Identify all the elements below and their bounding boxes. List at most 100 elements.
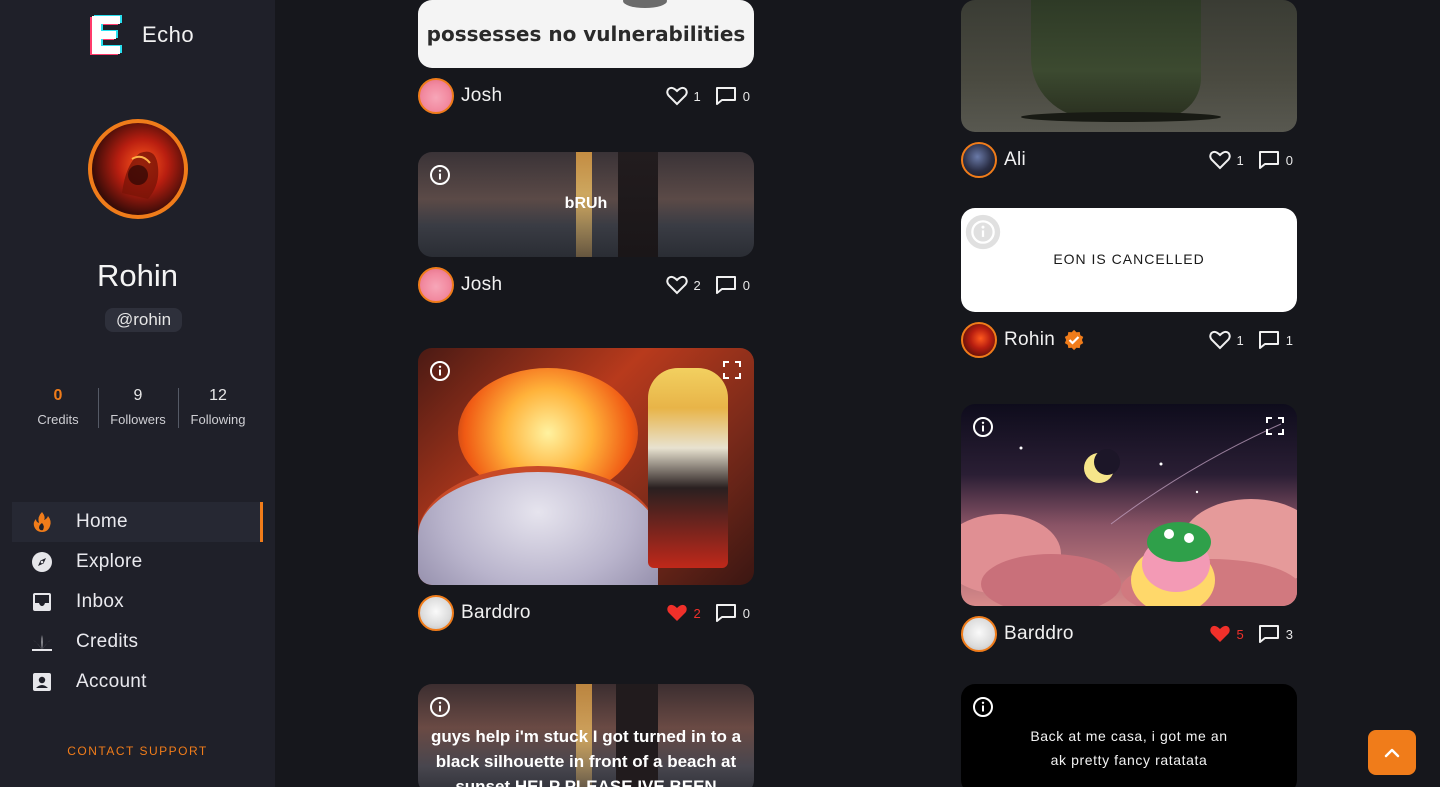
like-button[interactable]: 2 [665,275,701,295]
expand-icon[interactable] [1266,417,1284,435]
like-button[interactable]: 1 [665,86,701,106]
info-icon[interactable] [429,360,451,382]
plant-icon [30,630,54,654]
post-actions: 2 0 [665,275,754,295]
post-card[interactable] [418,348,754,585]
comment-icon [1258,625,1279,643]
post-actions: 1 0 [665,86,754,106]
nav-label-account: Account [76,671,147,692]
stat-following-value: 12 [209,387,227,404]
avatar[interactable] [961,616,997,652]
account-icon [30,670,54,694]
inbox-icon [30,590,54,614]
post-card[interactable]: EON IS CANCELLED [961,208,1297,312]
post-author[interactable]: Josh [461,85,502,107]
heart-icon [665,275,688,295]
profile-stats: 0 Credits 9 Followers 12 Following [18,386,258,428]
nav-item-home[interactable]: Home [12,502,263,542]
comment-button[interactable]: 0 [1258,150,1293,170]
like-button[interactable]: 1 [1208,330,1244,350]
contact-support-link[interactable]: CONTACT SUPPORT [0,744,275,758]
heart-icon [1208,150,1231,170]
stat-followers[interactable]: 9 Followers [98,386,178,428]
post-card[interactable] [961,0,1297,132]
info-icon[interactable] [972,416,994,438]
post-actions: 1 1 [1208,330,1297,350]
post-author[interactable]: Ali [1004,149,1026,171]
post-card[interactable] [961,404,1297,606]
post-author[interactable]: Rohin [1004,329,1055,351]
stat-followers-value: 9 [133,387,143,404]
comment-count: 3 [1285,626,1293,642]
brand[interactable]: Echo [88,14,194,56]
stat-following-label: Following [190,412,246,427]
post-caption: EON IS CANCELLED [1053,251,1205,267]
nav-item-credits[interactable]: Credits [12,622,263,662]
stat-following[interactable]: 12 Following [178,386,258,428]
heart-filled-icon [666,604,687,621]
nav-item-account[interactable]: Account [12,662,263,702]
stat-credits-label: Credits [37,412,79,427]
post-author[interactable]: Josh [461,274,502,296]
expand-icon[interactable] [723,361,741,379]
comment-count: 0 [742,277,750,293]
post-author[interactable]: Barddro [461,602,531,624]
avatar[interactable] [961,142,997,178]
post-caption: Back at me casa, i got me an ak pretty f… [1030,728,1228,768]
like-count: 2 [693,277,701,293]
profile-avatar[interactable] [88,119,188,219]
post-meta: Barddro 5 3 [961,616,1297,652]
info-icon[interactable] [429,696,451,718]
info-icon[interactable] [972,696,994,718]
echo-logo-icon [88,14,122,56]
post-caption: guys help i'm stuck I got turned in to a… [430,727,742,787]
stat-credits[interactable]: 0 Credits [18,386,98,428]
comment-button[interactable]: 0 [715,275,750,295]
post-actions: 5 3 [1209,624,1297,644]
nav-label-credits: Credits [76,631,139,652]
post-actions: 2 0 [666,603,754,623]
comment-icon [1258,331,1279,349]
app-name: Echo [142,22,195,47]
post-author[interactable]: Barddro [1004,623,1074,645]
like-button[interactable]: 1 [1208,150,1244,170]
comment-button[interactable]: 1 [1258,330,1293,350]
post-card[interactable]: guys help i'm stuck I got turned in to a… [418,684,754,787]
comment-button[interactable]: 0 [715,603,750,623]
post-caption: bRUh [564,195,608,212]
comment-icon [1258,151,1279,169]
like-count: 5 [1236,626,1244,642]
character-figure [1031,0,1201,118]
avatar[interactable] [961,322,997,358]
comment-icon [715,87,736,105]
character-figure [648,368,728,568]
compass-icon [30,550,54,574]
avatar[interactable] [418,78,454,114]
post-card[interactable]: bRUh [418,152,754,257]
comment-button[interactable]: 0 [715,86,750,106]
nav-item-explore[interactable]: Explore [12,542,263,582]
avatar[interactable] [418,595,454,631]
heart-icon [1208,330,1231,350]
like-button[interactable]: 2 [666,603,701,623]
verified-badge-icon [1064,329,1084,351]
ground-shadow [1021,112,1221,122]
avatar[interactable] [418,267,454,303]
post-card[interactable]: Back at me casa, i got me an ak pretty f… [961,684,1297,787]
info-icon[interactable] [965,214,1001,250]
comment-count: 0 [1285,152,1293,168]
stat-credits-value: 0 [53,387,63,404]
post-meta: Ali 1 0 [961,142,1297,178]
like-count: 1 [1236,152,1244,168]
like-button[interactable]: 5 [1209,624,1244,644]
scroll-to-top-button[interactable] [1368,730,1416,775]
profile-name: Rohin [97,258,178,293]
profile-handle: @rohin [105,308,182,332]
nav-item-inbox[interactable]: Inbox [12,582,263,622]
comment-count: 0 [742,605,750,621]
post-card[interactable]: possesses no vulnerabilities [418,0,754,68]
comment-button[interactable]: 3 [1258,624,1293,644]
like-count: 1 [693,88,701,104]
info-icon[interactable] [429,164,451,186]
post-caption: possesses no vulnerabilities [426,22,746,46]
